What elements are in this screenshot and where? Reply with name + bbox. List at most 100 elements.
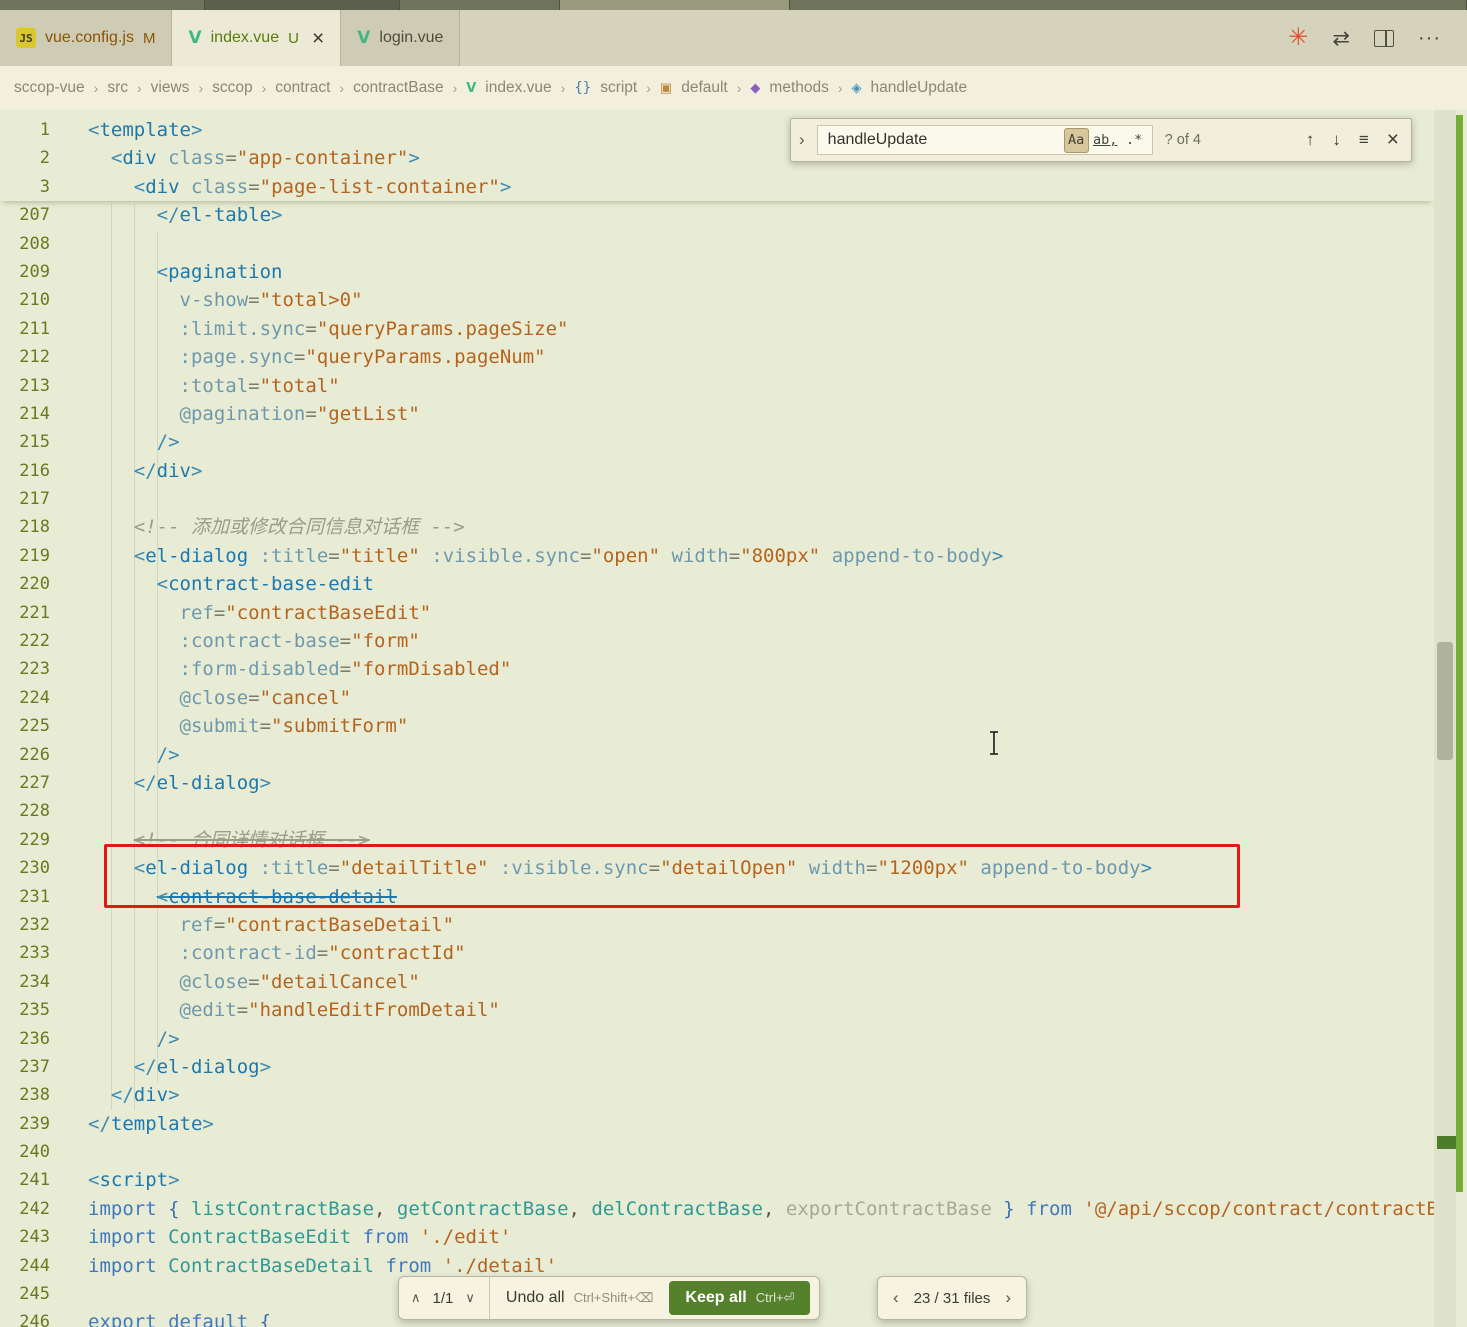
breadcrumb-item-views[interactable]: views (151, 79, 190, 97)
code-text[interactable]: :contract-base="form" (50, 627, 420, 655)
tab-vue-config-js[interactable]: JS vue.config.js M (0, 10, 172, 66)
code-text[interactable]: <el-dialog :title="title" :visible.sync=… (50, 542, 1003, 570)
code-line-207[interactable]: 207 </el-table> (0, 201, 1434, 229)
breadcrumb-item-contractbase[interactable]: contractBase (353, 79, 443, 97)
breadcrumb-item-src[interactable]: src (107, 79, 128, 97)
code-line-228[interactable]: 228 (0, 797, 1434, 825)
code-line-241[interactable]: 241<script> (0, 1166, 1434, 1194)
code-line-210[interactable]: 210 v-show="total>0" (0, 286, 1434, 314)
code-line-240[interactable]: 240 (0, 1138, 1434, 1166)
code-text[interactable] (50, 230, 88, 258)
code-text[interactable]: @pagination="getList" (50, 400, 420, 428)
whole-word-toggle[interactable]: ab, (1093, 128, 1118, 153)
compare-changes-icon[interactable]: ⇄ (1332, 28, 1350, 49)
breadcrumb-item-contract[interactable]: contract (275, 79, 330, 97)
find-input[interactable]: handleUpdate Aa ab, .* (817, 125, 1153, 155)
code-text[interactable]: </el-table> (50, 201, 283, 229)
code-text[interactable]: v-show="total>0" (50, 286, 363, 314)
code-text[interactable]: /> (50, 1025, 180, 1053)
keep-all-button[interactable]: Keep all Ctrl+⏎ (669, 1281, 810, 1315)
find-query-text[interactable]: handleUpdate (828, 131, 1060, 149)
match-case-toggle[interactable]: Aa (1064, 128, 1089, 153)
breadcrumb-item-sccop-vue[interactable]: sccop-vue (14, 79, 85, 97)
previous-change-icon[interactable]: ∧ (411, 1290, 421, 1306)
code-line-221[interactable]: 221 ref="contractBaseEdit" (0, 599, 1434, 627)
code-text[interactable]: :contract-id="contractId" (50, 939, 466, 967)
breadcrumb-item-handleupdate[interactable]: handleUpdate (871, 79, 968, 97)
breadcrumb-item-script[interactable]: script (600, 79, 637, 97)
code-line-233[interactable]: 233 :contract-id="contractId" (0, 939, 1434, 967)
code-line-239[interactable]: 239</template> (0, 1110, 1434, 1138)
code-text[interactable]: <div class="app-container"> (50, 144, 420, 172)
code-text[interactable]: @close="detailCancel" (50, 968, 420, 996)
code-line-214[interactable]: 214 @pagination="getList" (0, 400, 1434, 428)
code-text[interactable] (50, 797, 88, 825)
code-line-216[interactable]: 216 </div> (0, 457, 1434, 485)
code-text[interactable]: <contract-base-edit (50, 570, 374, 598)
close-tab-icon[interactable]: × (312, 28, 324, 49)
code-line-222[interactable]: 222 :contract-base="form" (0, 627, 1434, 655)
code-text[interactable]: export default { (50, 1308, 271, 1327)
code-text[interactable]: :page.sync="queryParams.pageNum" (50, 343, 546, 371)
code-text[interactable]: /> (50, 741, 180, 769)
code-text[interactable]: </div> (50, 1081, 180, 1109)
breadcrumb-item-sccop[interactable]: sccop (212, 79, 253, 97)
code-line-238[interactable]: 238 </div> (0, 1081, 1434, 1109)
next-file-icon[interactable]: › (1005, 1288, 1011, 1308)
code-text[interactable]: </template> (50, 1110, 214, 1138)
code-line-235[interactable]: 235 @edit="handleEditFromDetail" (0, 996, 1434, 1024)
code-line-212[interactable]: 212 :page.sync="queryParams.pageNum" (0, 343, 1434, 371)
code-text[interactable]: import ContractBaseEdit from './edit' (50, 1223, 511, 1251)
code-line-3[interactable]: 3 <div class="page-list-container"> (0, 173, 1434, 201)
breadcrumb-item-default[interactable]: default (681, 79, 728, 97)
code-text[interactable]: :limit.sync="queryParams.pageSize" (50, 315, 568, 343)
code-line-227[interactable]: 227 </el-dialog> (0, 769, 1434, 797)
regex-toggle[interactable]: .* (1122, 128, 1147, 153)
code-line-224[interactable]: 224 @close="cancel" (0, 684, 1434, 712)
code-line-223[interactable]: 223 :form-disabled="formDisabled" (0, 655, 1434, 683)
code-line-225[interactable]: 225 @submit="submitForm" (0, 712, 1434, 740)
code-text[interactable]: /> (50, 428, 180, 456)
code-text[interactable]: <template> (50, 116, 202, 144)
code-line-213[interactable]: 213 :total="total" (0, 372, 1434, 400)
code-line-226[interactable]: 226 /> (0, 741, 1434, 769)
code-line-219[interactable]: 219 <el-dialog :title="title" :visible.s… (0, 542, 1434, 570)
code-line-220[interactable]: 220 <contract-base-edit (0, 570, 1434, 598)
scrollbar-thumb[interactable] (1437, 642, 1453, 760)
code-text[interactable]: <pagination (50, 258, 282, 286)
next-match-button[interactable]: ↓ (1332, 130, 1341, 150)
breadcrumb-item-index-vue[interactable]: index.vue (485, 79, 551, 97)
toggle-replace-chevron-icon[interactable]: › (799, 130, 805, 150)
next-change-icon[interactable]: ∨ (465, 1290, 475, 1306)
copilot-icon[interactable]: ✳ (1288, 26, 1308, 50)
code-text[interactable]: import { listContractBase, getContractBa… (50, 1195, 1434, 1223)
find-in-selection-button[interactable]: ≡ (1359, 130, 1369, 150)
code-line-208[interactable]: 208 (0, 230, 1434, 258)
code-line-236[interactable]: 236 /> (0, 1025, 1434, 1053)
code-line-237[interactable]: 237 </el-dialog> (0, 1053, 1434, 1081)
code-text[interactable]: ref="contractBaseEdit" (50, 599, 431, 627)
code-line-232[interactable]: 232 ref="contractBaseDetail" (0, 911, 1434, 939)
tab-login-vue[interactable]: V login.vue (341, 10, 460, 66)
code-text[interactable] (50, 485, 88, 513)
tab-index-vue[interactable]: V index.vue U × (172, 10, 341, 66)
more-actions-icon[interactable]: ··· (1418, 28, 1441, 48)
code-text[interactable]: @submit="submitForm" (50, 712, 408, 740)
code-line-217[interactable]: 217 (0, 485, 1434, 513)
split-editor-icon[interactable] (1374, 30, 1394, 47)
code-text[interactable]: <div class="page-list-container"> (50, 173, 511, 201)
code-line-209[interactable]: 209 <pagination (0, 258, 1434, 286)
code-line-215[interactable]: 215 /> (0, 428, 1434, 456)
code-text[interactable]: @edit="handleEditFromDetail" (50, 996, 500, 1024)
code-text[interactable]: </div> (50, 457, 202, 485)
code-text[interactable]: </el-dialog> (50, 1053, 271, 1081)
code-text[interactable]: @close="cancel" (50, 684, 351, 712)
code-text[interactable]: </el-dialog> (50, 769, 271, 797)
code-line-234[interactable]: 234 @close="detailCancel" (0, 968, 1434, 996)
code-editor[interactable]: 1<template>2 <div class="app-container">… (0, 110, 1434, 1327)
code-line-218[interactable]: 218 <!-- 添加或修改合同信息对话框 --> (0, 513, 1434, 541)
code-line-211[interactable]: 211 :limit.sync="queryParams.pageSize" (0, 315, 1434, 343)
breadcrumb-item-methods[interactable]: methods (769, 79, 828, 97)
code-text[interactable] (50, 1138, 88, 1166)
code-line-243[interactable]: 243import ContractBaseEdit from './edit' (0, 1223, 1434, 1251)
